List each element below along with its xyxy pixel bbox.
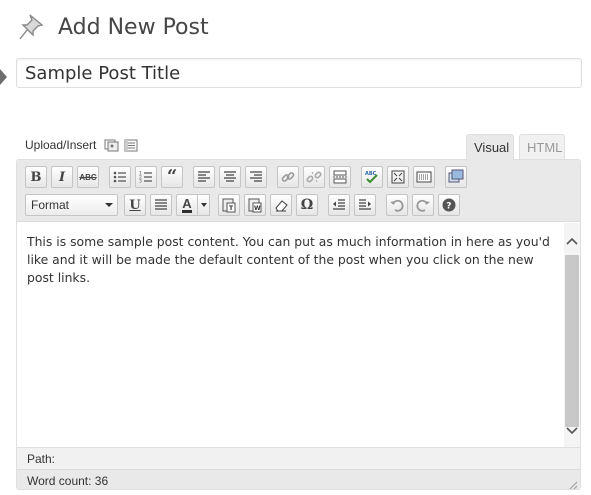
pushpin-icon xyxy=(16,10,48,44)
align-center-icon xyxy=(224,171,236,182)
text-color-picker[interactable]: A xyxy=(176,194,210,216)
format-select[interactable]: Format xyxy=(25,194,118,216)
page-header: Add New Post xyxy=(16,10,209,44)
help-icon: ? xyxy=(442,198,456,212)
paste-text-icon: T xyxy=(222,198,236,213)
tab-visual[interactable]: Visual xyxy=(466,134,514,161)
element-path: Path: xyxy=(27,452,56,466)
blockquote-button[interactable]: “ xyxy=(161,166,183,188)
add-image-icon[interactable] xyxy=(104,138,120,152)
eraser-icon xyxy=(275,200,288,212)
chevron-down-icon xyxy=(200,203,207,207)
scroll-down-icon[interactable] xyxy=(564,423,580,439)
redo-icon xyxy=(416,199,430,212)
outdent-icon xyxy=(333,199,345,210)
redo-button[interactable] xyxy=(412,194,434,216)
align-center-button[interactable] xyxy=(219,166,241,188)
unlink-icon xyxy=(306,171,322,183)
spellcheck-button[interactable]: ABC xyxy=(361,166,383,188)
special-character-button[interactable]: Ω xyxy=(296,194,318,216)
special-character-label: Ω xyxy=(300,197,314,213)
scroll-up-icon[interactable] xyxy=(564,233,580,249)
strikethrough-label: ABC xyxy=(79,172,97,182)
strikethrough-button[interactable]: ABC xyxy=(77,166,99,188)
title-pointer-arrow xyxy=(0,69,7,85)
indent-button[interactable] xyxy=(354,194,376,216)
insert-image-button[interactable] xyxy=(445,166,467,188)
text-color-button[interactable]: A xyxy=(176,194,198,216)
blockquote-label: “ xyxy=(166,166,178,187)
scrollbar-thumb[interactable] xyxy=(565,255,579,427)
resize-handle-icon[interactable] xyxy=(568,478,578,489)
upload-insert-label: Upload/Insert xyxy=(25,138,97,152)
paste-text-button[interactable]: T xyxy=(218,194,240,216)
bold-label: B xyxy=(30,169,42,185)
fullscreen-icon xyxy=(391,170,405,184)
kitchen-sink-button[interactable] xyxy=(413,166,435,188)
editor-scrollbar[interactable] xyxy=(564,223,580,447)
svg-text:?: ? xyxy=(446,202,451,212)
align-left-icon xyxy=(198,171,210,182)
bold-button[interactable]: B xyxy=(25,166,47,188)
editor-content-area[interactable]: This is some sample post content. You ca… xyxy=(17,223,565,447)
more-tag-icon xyxy=(333,170,347,184)
word-count: Word count: 36 xyxy=(27,474,109,488)
align-right-button[interactable] xyxy=(245,166,267,188)
image-icon xyxy=(448,169,464,183)
svg-text:W: W xyxy=(254,205,261,212)
media-buttons: Upload/Insert xyxy=(25,136,142,154)
underline-button[interactable]: U xyxy=(124,194,146,216)
text-color-dropdown[interactable] xyxy=(198,194,210,216)
editor-statusbar: Path: Word count: 36 xyxy=(17,447,580,489)
editor-toolbar: B I ABC 123 “ ABC Format U A T W Ω ? xyxy=(17,160,580,222)
numbered-list-icon: 123 xyxy=(139,171,152,185)
toolbar-row-2: Format U A T W Ω ? xyxy=(25,193,464,217)
align-right-icon xyxy=(250,171,262,182)
paste-word-button[interactable]: W xyxy=(244,194,266,216)
editor-paragraph: This is some sample post content. You ca… xyxy=(27,234,550,285)
numbered-list-button[interactable]: 123 xyxy=(135,166,157,188)
format-select-value: Format xyxy=(31,198,70,212)
toolbar-row-1: B I ABC 123 “ ABC xyxy=(25,165,471,189)
fullscreen-button[interactable] xyxy=(387,166,409,188)
underline-label: U xyxy=(129,197,141,213)
kitchen-sink-icon xyxy=(416,171,432,183)
justify-button[interactable] xyxy=(150,194,172,216)
spellcheck-icon: ABC xyxy=(365,171,378,184)
bullet-list-button[interactable] xyxy=(109,166,131,188)
page-title: Add New Post xyxy=(58,14,209,40)
chevron-down-icon xyxy=(105,203,113,207)
unlink-button[interactable] xyxy=(303,166,325,188)
undo-button[interactable] xyxy=(386,194,408,216)
paste-word-icon: W xyxy=(248,198,262,213)
outdent-button[interactable] xyxy=(328,194,350,216)
italic-label: I xyxy=(58,169,66,185)
insert-more-button[interactable] xyxy=(329,166,351,188)
text-color-label: A xyxy=(182,196,192,213)
align-left-button[interactable] xyxy=(193,166,215,188)
editor: B I ABC 123 “ ABC Format U A T W Ω ? Thi… xyxy=(16,159,581,490)
post-title-input[interactable] xyxy=(16,58,582,88)
tab-html[interactable]: HTML xyxy=(519,134,565,160)
insert-link-button[interactable] xyxy=(277,166,299,188)
help-button[interactable]: ? xyxy=(438,194,460,216)
word-count-bar: Word count: 36 xyxy=(17,469,580,489)
remove-formatting-button[interactable] xyxy=(270,194,292,216)
justify-icon xyxy=(155,199,167,210)
indent-icon xyxy=(359,199,371,210)
add-media-icon[interactable] xyxy=(123,138,139,152)
link-icon xyxy=(281,172,295,182)
undo-icon xyxy=(390,199,404,212)
italic-button[interactable]: I xyxy=(51,166,73,188)
bullet-list-icon xyxy=(113,171,126,183)
svg-text:3: 3 xyxy=(139,179,142,185)
